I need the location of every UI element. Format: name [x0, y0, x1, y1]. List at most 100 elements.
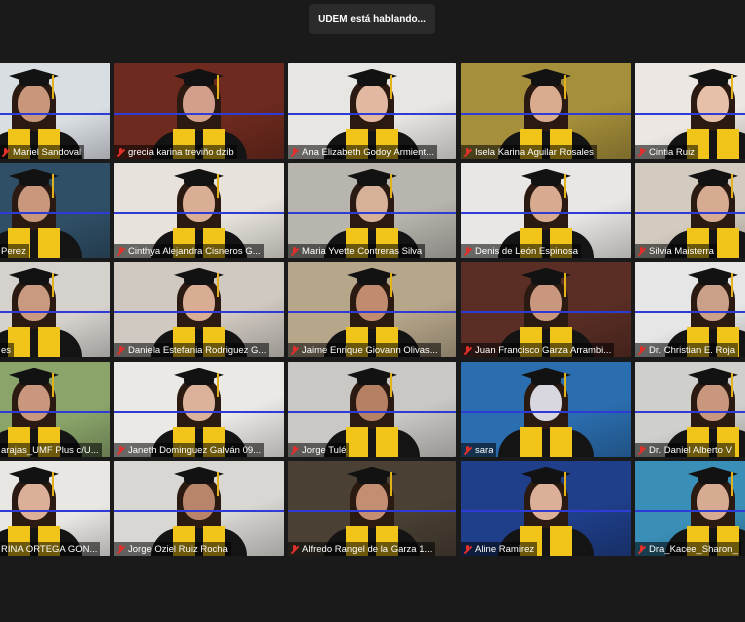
participant-name-bar: Dr. Christian E. Roja — [635, 343, 739, 357]
participant-name-bar: Isela Karina Aguilar Rosales — [461, 145, 597, 159]
participant-tile[interactable]: Juan Francisco Garza Arrambi... — [461, 262, 631, 357]
face — [697, 481, 729, 520]
ribbon — [461, 311, 631, 314]
participant-tile[interactable]: Maria Yvette Contreras Silva — [288, 163, 456, 258]
tassel — [564, 373, 566, 398]
participant-name-bar: es — [0, 343, 15, 357]
participant-name-bar: Jaime Enrique Giovann Olivas... — [288, 343, 441, 357]
participant-tile[interactable]: Dr. Daniel Alberto V — [635, 362, 745, 457]
tassel — [52, 174, 54, 199]
mic-muted-icon — [463, 445, 472, 455]
ribbon — [288, 411, 456, 414]
ribbon — [461, 112, 631, 115]
tassel — [52, 74, 54, 99]
participant-tile[interactable]: es — [0, 262, 110, 357]
participant-name-bar: Perez — [0, 244, 29, 258]
participant-tile[interactable]: RINA ORTEGA GON... — [0, 461, 110, 556]
participant-name: es — [1, 344, 12, 356]
face — [530, 382, 562, 421]
tassel — [731, 273, 733, 298]
face — [18, 382, 50, 421]
mic-muted-icon — [116, 345, 125, 355]
participant-name-bar: RINA ORTEGA GON... — [0, 542, 101, 556]
tassel — [390, 174, 392, 199]
participant-tile[interactable]: Dr. Christian E. Roja — [635, 262, 745, 357]
participant-name: Dr. Christian E. Roja — [649, 344, 736, 356]
participant-name-bar: sara — [461, 443, 497, 457]
tassel — [217, 174, 219, 199]
participant-name: sara — [475, 444, 494, 456]
face — [356, 84, 388, 123]
ribbon — [0, 212, 110, 215]
participant-tile[interactable]: Cintia Ruiz — [635, 63, 745, 159]
participant-name: Jaime Enrique Giovann Olivas... — [302, 344, 438, 356]
graduation-gown — [498, 429, 594, 457]
participant-tile[interactable]: arajas_UMF Plus c/U... — [0, 362, 110, 457]
mic-muted-icon — [116, 544, 125, 554]
tassel — [52, 472, 54, 497]
participant-name: Janeth Dominguez Galván 09... — [128, 444, 262, 456]
participant-name: Alfredo Rangel de la Garza 1... — [302, 543, 433, 555]
face — [530, 183, 562, 222]
participant-name: arajas_UMF Plus c/U... — [1, 444, 99, 456]
tassel — [217, 273, 219, 298]
tassel — [217, 373, 219, 398]
ribbon — [114, 411, 284, 414]
ribbon — [635, 212, 745, 215]
tassel — [731, 74, 733, 99]
face — [530, 282, 562, 321]
face — [697, 282, 729, 321]
participant-tile[interactable]: sara — [461, 362, 631, 457]
mic-muted-icon — [290, 147, 299, 157]
participant-tile[interactable]: Perez — [0, 163, 110, 258]
participant-name-bar: Denis de León Espinosa — [461, 244, 581, 258]
tassel — [564, 74, 566, 99]
participant-tile[interactable]: grecia karina treviño dzib — [114, 63, 284, 159]
ribbon — [461, 510, 631, 513]
participant-tile[interactable]: Aline Ramirez — [461, 461, 631, 556]
participant-name: Aline Ramirez — [475, 543, 535, 555]
mic-muted-icon — [116, 445, 125, 455]
mic-muted-icon — [290, 544, 299, 554]
participant-tile[interactable]: Daniela Estefania Rodriguez G... — [114, 262, 284, 357]
mic-muted-icon — [463, 544, 472, 554]
ribbon — [635, 112, 745, 115]
participant-name: Mariel Sandoval — [13, 146, 82, 158]
ribbon — [114, 112, 284, 115]
participant-name-bar: Daniela Estefania Rodriguez G... — [114, 343, 270, 357]
participant-tile[interactable]: Jorge Oziel Ruiz Rocha — [114, 461, 284, 556]
participant-tile[interactable]: Mariel Sandoval — [0, 63, 110, 159]
stole-right — [376, 427, 398, 457]
participant-tile[interactable]: Cinthya Alejandra Cisneros G... — [114, 163, 284, 258]
participant-tile[interactable]: Alfredo Rangel de la Garza 1... — [288, 461, 456, 556]
mic-muted-icon — [463, 147, 472, 157]
participant-tile[interactable]: Janeth Dominguez Galván 09... — [114, 362, 284, 457]
face — [356, 183, 388, 222]
participant-name: Ana Elizabeth Godoy Armient... — [302, 146, 435, 158]
tassel — [390, 472, 392, 497]
participant-name-bar: Silvia Maisterra — [635, 244, 717, 258]
ribbon — [0, 510, 110, 513]
face — [356, 282, 388, 321]
stole-right — [717, 129, 739, 159]
mic-muted-icon — [116, 246, 125, 256]
ribbon — [288, 212, 456, 215]
participant-tile[interactable]: Ana Elizabeth Godoy Armient... — [288, 63, 456, 159]
participant-tile[interactable]: Jaime Enrique Giovann Olivas... — [288, 262, 456, 357]
ribbon — [635, 510, 745, 513]
participant-tile[interactable]: Isela Karina Aguilar Rosales — [461, 63, 631, 159]
participant-tile[interactable]: Dra_Kacee_Sharon_ — [635, 461, 745, 556]
mic-muted-icon — [463, 345, 472, 355]
participant-tile[interactable]: Silvia Maisterra — [635, 163, 745, 258]
face — [183, 382, 215, 421]
participant-tile[interactable]: Jorge Tulé — [288, 362, 456, 457]
speaking-indicator: UDEM está hablando... — [309, 4, 435, 34]
face — [183, 84, 215, 123]
participant-tile[interactable]: Denis de León Espinosa — [461, 163, 631, 258]
ribbon — [635, 311, 745, 314]
face — [530, 84, 562, 123]
face — [356, 382, 388, 421]
tassel — [564, 273, 566, 298]
participant-name: Daniela Estefania Rodriguez G... — [128, 344, 267, 356]
ribbon — [635, 411, 745, 414]
